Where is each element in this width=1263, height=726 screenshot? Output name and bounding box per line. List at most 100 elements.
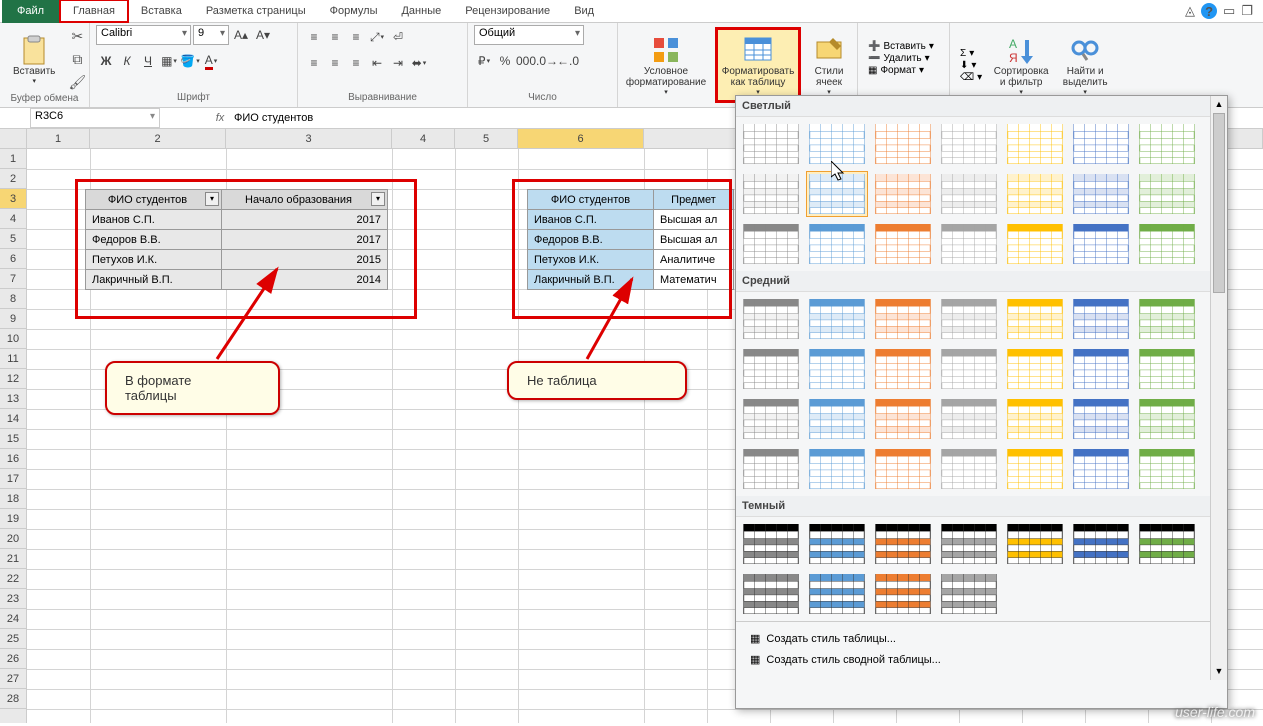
help-icon[interactable]: ? <box>1201 3 1217 19</box>
align-middle-icon[interactable]: ≡ <box>325 27 345 47</box>
paste-button[interactable]: Вставить ▾ <box>6 29 62 90</box>
column-header[interactable]: 5 <box>455 129 518 148</box>
table-style-thumb[interactable] <box>1004 346 1066 392</box>
table-cell[interactable]: Петухов И.К. <box>528 250 654 270</box>
row-header[interactable]: 9 <box>0 309 26 329</box>
column-header[interactable]: 2 <box>90 129 226 148</box>
align-top-icon[interactable]: ≡ <box>304 27 324 47</box>
orientation-icon[interactable]: ⤢ <box>367 27 387 47</box>
row-header[interactable]: 21 <box>0 549 26 569</box>
fill-color-icon[interactable]: 🪣 <box>180 51 200 71</box>
table-style-thumb[interactable] <box>1004 446 1066 492</box>
row-header[interactable]: 22 <box>0 569 26 589</box>
table-style-thumb[interactable] <box>1004 296 1066 342</box>
table-style-thumb[interactable] <box>1004 396 1066 442</box>
row-header[interactable]: 18 <box>0 489 26 509</box>
row-header[interactable]: 24 <box>0 609 26 629</box>
table-style-thumb[interactable] <box>1004 171 1066 217</box>
tab-data[interactable]: Данные <box>389 1 453 21</box>
table-cell[interactable]: 2017 <box>222 210 388 230</box>
row-header[interactable]: 12 <box>0 369 26 389</box>
table-style-thumb[interactable] <box>938 221 1000 267</box>
table-style-thumb[interactable] <box>872 171 934 217</box>
inc-decimal-icon[interactable]: .0→ <box>537 51 557 71</box>
filter-icon[interactable]: ▾ <box>205 192 219 206</box>
font-color-icon[interactable]: A <box>201 51 221 71</box>
table-style-thumb[interactable] <box>806 521 868 567</box>
tab-page-layout[interactable]: Разметка страницы <box>194 1 318 21</box>
delete-cells-button[interactable]: ➖Удалить ▾ <box>868 53 934 64</box>
row-header[interactable]: 14 <box>0 409 26 429</box>
align-right-icon[interactable]: ≡ <box>346 53 366 73</box>
table-style-thumb[interactable] <box>1004 221 1066 267</box>
font-size-combo[interactable]: 9 <box>193 25 229 45</box>
table-style-thumb[interactable] <box>740 396 802 442</box>
table-cell[interactable]: Математич <box>654 270 734 290</box>
align-center-icon[interactable]: ≡ <box>325 53 345 73</box>
select-all-corner[interactable] <box>0 129 27 148</box>
scroll-thumb[interactable] <box>1213 113 1225 293</box>
bold-icon[interactable]: Ж <box>96 51 116 71</box>
table-style-thumb[interactable] <box>1004 521 1066 567</box>
indent-dec-icon[interactable]: ⇤ <box>367 53 387 73</box>
fill-button[interactable]: ⬇ ▾ <box>960 60 982 71</box>
table-style-thumb[interactable] <box>1070 121 1132 167</box>
table-cell[interactable]: Лакричный В.П. <box>86 270 222 290</box>
table-header[interactable]: ФИО студентов▾ <box>86 190 222 210</box>
row-header[interactable]: 7 <box>0 269 26 289</box>
table-style-thumb[interactable] <box>938 521 1000 567</box>
table-style-thumb[interactable] <box>1070 171 1132 217</box>
row-header[interactable]: 2 <box>0 169 26 189</box>
table-style-thumb[interactable] <box>806 296 868 342</box>
table-style-thumb[interactable] <box>740 571 802 617</box>
table-style-thumb[interactable] <box>1136 346 1198 392</box>
table-header[interactable]: Начало образования▾ <box>222 190 388 210</box>
row-header[interactable]: 11 <box>0 349 26 369</box>
table-cell[interactable]: Лакричный В.П. <box>528 270 654 290</box>
sort-filter-button[interactable]: AЯ Сортировка и фильтр▾ <box>990 29 1052 101</box>
italic-icon[interactable]: К <box>117 51 137 71</box>
table-style-thumb[interactable] <box>872 521 934 567</box>
table-style-thumb[interactable] <box>740 221 802 267</box>
table-style-thumb[interactable] <box>1136 171 1198 217</box>
table-style-thumb[interactable] <box>806 446 868 492</box>
row-header[interactable]: 8 <box>0 289 26 309</box>
cell-styles-button[interactable]: Стили ячеек▾ <box>805 29 853 101</box>
table-style-thumb[interactable] <box>740 171 802 217</box>
grow-font-icon[interactable]: A▴ <box>231 25 251 45</box>
tab-file[interactable]: Файл <box>2 0 59 23</box>
font-name-combo[interactable]: Calibri <box>96 25 191 45</box>
table-style-thumb[interactable] <box>1070 521 1132 567</box>
table-style-thumb[interactable] <box>938 296 1000 342</box>
table-style-thumb[interactable] <box>872 446 934 492</box>
table-style-thumb[interactable] <box>740 521 802 567</box>
table-style-thumb[interactable] <box>1136 396 1198 442</box>
scroll-up-icon[interactable]: ▲ <box>1211 96 1227 113</box>
wrap-text-icon[interactable]: ⏎ <box>388 27 408 47</box>
table-cell[interactable]: Федоров В.В. <box>528 230 654 250</box>
row-header[interactable]: 20 <box>0 529 26 549</box>
table-style-thumb[interactable] <box>938 571 1000 617</box>
format-painter-icon[interactable]: 🖌 <box>66 71 88 93</box>
table-style-thumb[interactable] <box>740 296 802 342</box>
table-style-thumb[interactable] <box>872 121 934 167</box>
column-header[interactable]: 3 <box>226 129 392 148</box>
row-header[interactable]: 16 <box>0 449 26 469</box>
row-header[interactable]: 23 <box>0 589 26 609</box>
scroll-down-icon[interactable]: ▼ <box>1211 663 1227 680</box>
row-header[interactable]: 1 <box>0 149 26 169</box>
table-style-thumb[interactable] <box>740 121 802 167</box>
table-style-thumb[interactable] <box>938 446 1000 492</box>
row-header[interactable]: 3 <box>0 189 26 209</box>
name-box[interactable]: R3C6 <box>30 108 160 128</box>
table-style-thumb[interactable] <box>1136 446 1198 492</box>
minimize-ribbon-icon[interactable]: ◬ <box>1185 3 1195 19</box>
gallery-scrollbar[interactable]: ▲ ▼ <box>1210 96 1227 680</box>
table-style-thumb[interactable] <box>1136 521 1198 567</box>
row-header[interactable]: 4 <box>0 209 26 229</box>
row-header[interactable]: 27 <box>0 669 26 689</box>
table-cell[interactable]: Иванов С.П. <box>86 210 222 230</box>
number-format-combo[interactable]: Общий <box>474 25 584 45</box>
row-header[interactable]: 19 <box>0 509 26 529</box>
currency-icon[interactable]: ₽ <box>474 51 494 71</box>
